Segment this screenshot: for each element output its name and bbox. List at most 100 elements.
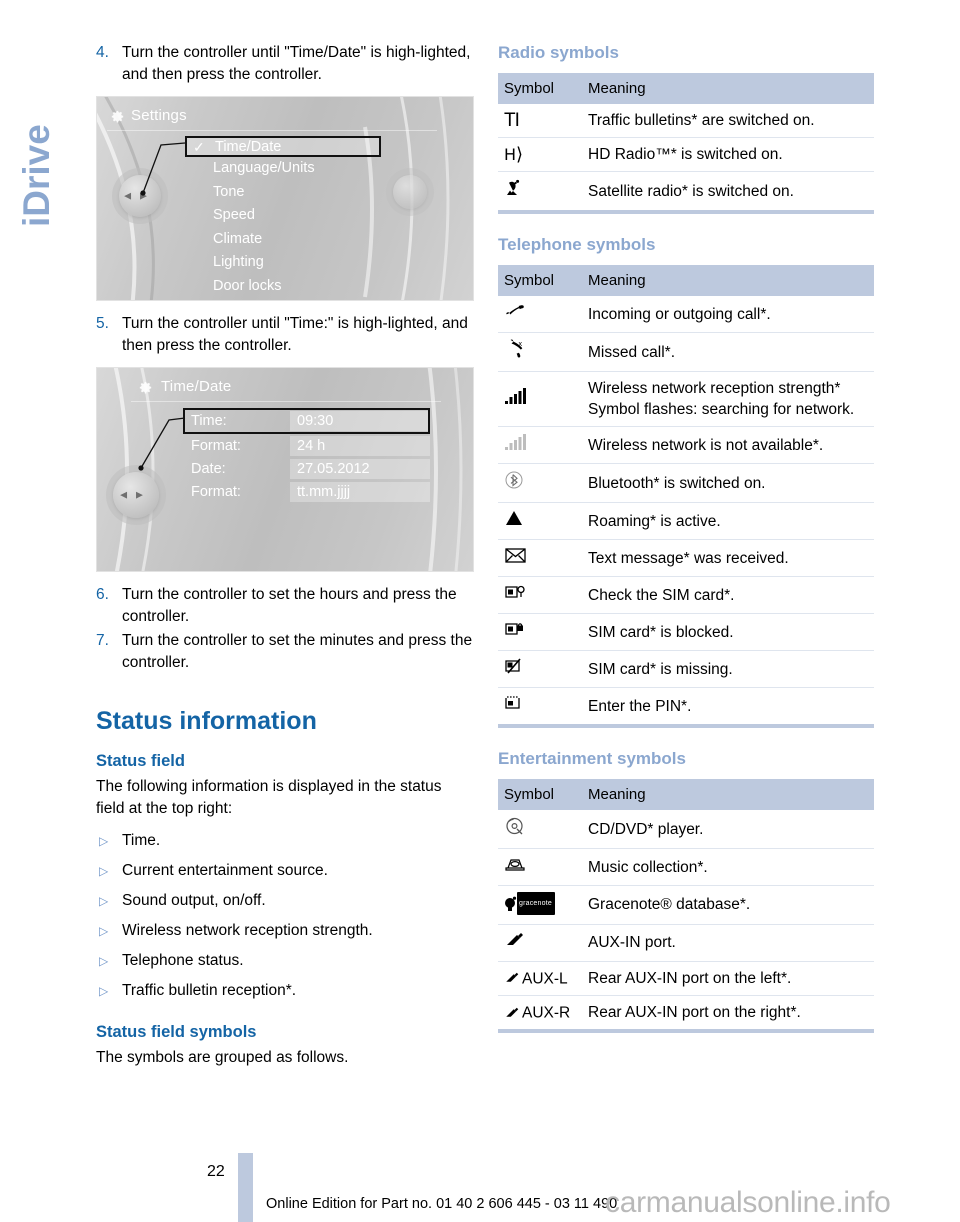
gear-icon bbox=[111, 110, 124, 123]
screen-divider bbox=[131, 401, 441, 402]
table-bottom-rule bbox=[498, 1029, 874, 1034]
row-meaning: Traffic bulletins* are switched on. bbox=[588, 112, 815, 129]
step-number: 7. bbox=[96, 632, 109, 649]
controller-knob[interactable]: ◀▶ bbox=[113, 472, 159, 518]
aux-plug-glyph bbox=[507, 932, 523, 945]
column-header-symbol: Symbol bbox=[498, 779, 582, 810]
chapter-tab: iDrive bbox=[0, 30, 80, 260]
bullet-label: Telephone status. bbox=[122, 952, 244, 969]
idrive-settings-screenshot: Settings ✓ Time/Date Language/Units Tone… bbox=[96, 96, 474, 301]
step-7: 7. Turn the controller to set the minute… bbox=[96, 630, 474, 674]
row-label: Date: bbox=[191, 461, 226, 477]
aux-plug-left-icon: AUX-L bbox=[498, 960, 582, 996]
radio-symbols-table: Symbol Meaning TI Traffic bulletins* are… bbox=[498, 73, 874, 210]
row-meaning: AUX-IN port. bbox=[582, 923, 874, 961]
table-row: AUX-IN port. bbox=[498, 923, 874, 961]
svg-text:x: x bbox=[519, 341, 523, 348]
row-label: Format: bbox=[191, 484, 241, 500]
menu-item-language-units[interactable]: Language/Units bbox=[185, 157, 385, 181]
menu-item-climate[interactable]: Climate bbox=[185, 228, 385, 252]
missed-call-icon: x bbox=[498, 332, 582, 372]
gracenote-icon: gracenote bbox=[498, 885, 582, 924]
row-label: Time: bbox=[191, 413, 227, 429]
triangle-bullet-icon: ▷ bbox=[99, 984, 109, 998]
signal-bars-dim-glyph bbox=[505, 434, 526, 450]
triangle-bullet-icon: ▷ bbox=[99, 834, 109, 848]
triangle-bullet-icon: ▷ bbox=[99, 924, 109, 938]
menu-button-knob[interactable] bbox=[393, 175, 427, 209]
aux-plug-right-icon: AUX-R bbox=[498, 994, 582, 1030]
row-meaning: Check the SIM card*. bbox=[582, 576, 874, 614]
telephone-symbols-table: Symbol Meaning Incoming or outgoing call… bbox=[498, 265, 874, 724]
row-label: Format: bbox=[191, 438, 241, 454]
subsection-heading-status-field-symbols: Status field symbols bbox=[96, 1023, 257, 1041]
row-meaning: Missed call*. bbox=[582, 332, 874, 372]
menu-item-label: Climate bbox=[213, 230, 263, 247]
triangle-bullet-icon: ▷ bbox=[99, 864, 109, 878]
row-meaning: Wireless network is not available*. bbox=[582, 426, 874, 464]
row-meaning: Rear AUX-IN port on the left*. bbox=[582, 960, 874, 996]
table-row: AUX-R Rear AUX-IN port on the right*. bbox=[498, 994, 874, 1030]
bullet-label: Current entertainment source. bbox=[122, 862, 328, 879]
table-row: gracenote Gracenote® database*. bbox=[498, 885, 874, 924]
menu-item-label: Lighting bbox=[213, 254, 264, 270]
gear-icon bbox=[139, 381, 152, 394]
table-row: SIM card* is missing. bbox=[498, 650, 874, 688]
menu-item-tone[interactable]: Tone bbox=[185, 181, 385, 205]
menu-item-speed[interactable]: Speed bbox=[185, 204, 385, 228]
step-number: 4. bbox=[96, 44, 109, 61]
subsection-heading-status-field: Status field bbox=[96, 752, 185, 770]
row-meaning: Satellite radio* is switched on. bbox=[582, 171, 874, 210]
row-date[interactable]: Date: 27.05.2012 bbox=[185, 458, 430, 480]
menu-item-label: Language/Units bbox=[213, 160, 315, 176]
signal-bars-icon bbox=[498, 371, 582, 427]
row-value: 27.05.2012 bbox=[290, 459, 430, 479]
heading-entertainment-symbols: Entertainment symbols bbox=[498, 749, 686, 768]
row-meaning: Text message* was received. bbox=[582, 539, 874, 577]
bullet-label: Traffic bulletin reception*. bbox=[122, 982, 297, 999]
step-number: 6. bbox=[96, 586, 109, 603]
sim-pin-icon bbox=[498, 687, 582, 724]
row-meaning: Gracenote® database*. bbox=[582, 885, 874, 924]
bullet-item-entertainment-source: ▷ Current entertainment source. bbox=[96, 860, 474, 883]
table-row: Bluetooth* is switched on. bbox=[498, 463, 874, 503]
row-value: tt.mm.jjjj bbox=[290, 482, 430, 502]
table-header-row: Symbol Meaning bbox=[498, 265, 874, 296]
row-time[interactable]: Time: 09:30 bbox=[183, 408, 430, 434]
sim-missing-icon bbox=[498, 650, 582, 688]
sim-check-icon bbox=[498, 576, 582, 614]
knob-arrows-icon: ◀▶ bbox=[120, 489, 152, 500]
bluetooth-glyph bbox=[505, 471, 523, 489]
cd-dvd-icon bbox=[498, 810, 582, 849]
table-row: AUX-L Rear AUX-IN port on the left*. bbox=[498, 960, 874, 996]
aux-plug-glyph bbox=[506, 973, 519, 983]
table-row: Wireless network is not available*. bbox=[498, 426, 874, 464]
menu-item-lighting[interactable]: Lighting bbox=[185, 251, 385, 275]
menu-item-time-date[interactable]: ✓ Time/Date bbox=[185, 136, 381, 157]
controller-knob[interactable]: ◀▶ bbox=[119, 175, 161, 217]
row-meaning: Music collection*. bbox=[582, 848, 874, 886]
check-icon: ✓ bbox=[193, 139, 205, 155]
section-heading-status-information: Status information bbox=[96, 707, 317, 735]
step-5: 5. Turn the controller until "Time:" is … bbox=[96, 313, 474, 357]
row-meaning: Roaming* is active. bbox=[582, 502, 874, 540]
music-collection-glyph bbox=[505, 859, 525, 871]
column-header-symbol: Symbol bbox=[498, 265, 582, 296]
step-text: Turn the controller until "Time:" is hig… bbox=[122, 315, 468, 354]
bullet-item-traffic-bulletin: ▷ Traffic bulletin reception*. bbox=[96, 980, 474, 1003]
table-bottom-rule bbox=[498, 210, 874, 214]
bullet-label: Time. bbox=[122, 832, 161, 849]
aux-plug-glyph bbox=[506, 1007, 519, 1017]
step-text: Turn the controller to set the hours and… bbox=[122, 586, 457, 625]
roaming-triangle-glyph bbox=[506, 511, 522, 525]
bullet-item-sound-output: ▷ Sound output, on/off. bbox=[96, 890, 474, 913]
row-meaning: Enter the PIN*. bbox=[582, 687, 874, 724]
row-date-format[interactable]: Format: tt.mm.jjjj bbox=[185, 481, 430, 503]
table-row: x Missed call*. bbox=[498, 332, 874, 372]
row-time-format[interactable]: Format: 24 h bbox=[185, 435, 430, 457]
row-value: 09:30 bbox=[290, 411, 428, 431]
sim-pin-glyph bbox=[505, 696, 520, 709]
music-collection-icon bbox=[498, 848, 582, 886]
menu-item-door-locks[interactable]: Door locks bbox=[185, 275, 385, 299]
sim-check-glyph bbox=[505, 585, 525, 598]
